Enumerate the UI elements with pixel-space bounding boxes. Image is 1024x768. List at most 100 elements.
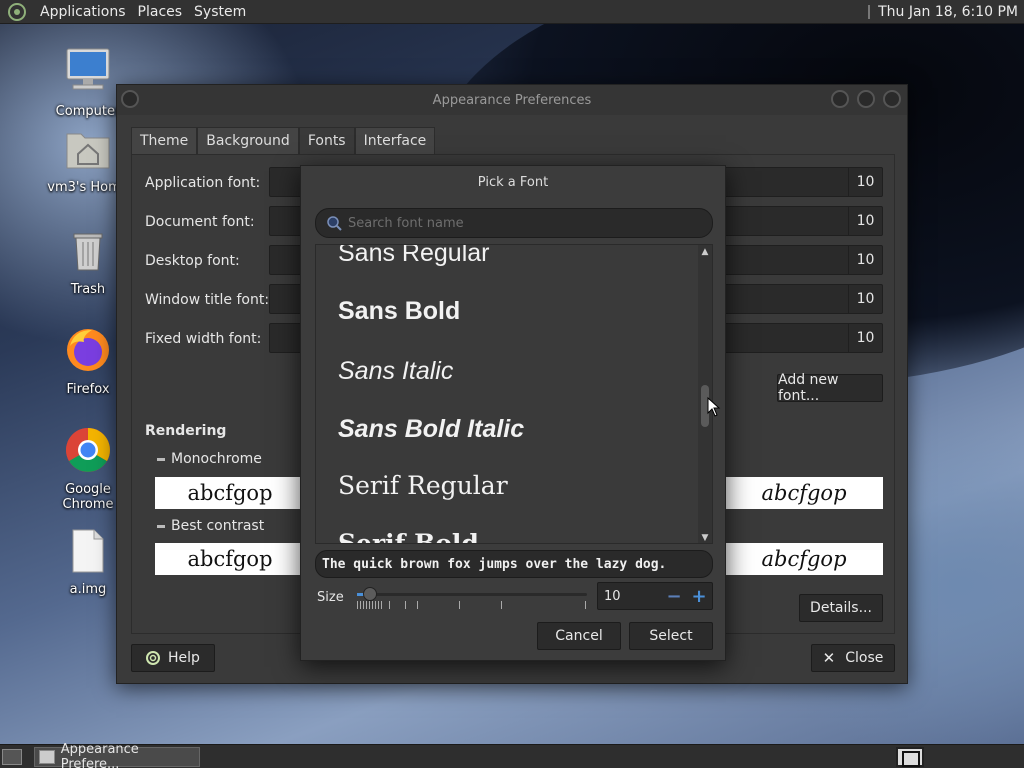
radio-indicator-icon	[157, 457, 165, 461]
scroll-down-icon[interactable]: ▼	[698, 531, 712, 543]
desktop-font-label: Desktop font:	[145, 253, 240, 269]
select-button[interactable]: Select	[629, 622, 713, 650]
font-list-scrollbar[interactable]: ▲ ▼	[698, 245, 712, 543]
firefox-icon	[67, 329, 109, 371]
close-window-icon[interactable]	[883, 90, 901, 108]
top-panel: Applications Places System Thu Jan 18, 6…	[0, 0, 1024, 24]
font-size: 10	[848, 324, 882, 352]
slider-tick	[501, 601, 502, 609]
bottom-panel: Appearance Prefere...	[0, 742, 1024, 768]
font-size: 10	[848, 246, 882, 274]
font-item-sans-italic[interactable]: Sans Italic	[338, 357, 453, 386]
help-label: Help	[168, 650, 200, 666]
monochrome-radio[interactable]: Monochrome	[157, 451, 262, 467]
mouse-cursor-icon	[707, 397, 721, 417]
font-item-serif-regular[interactable]: Serif Regular	[338, 471, 508, 500]
slider-tick	[360, 601, 361, 609]
font-item-serif-bold[interactable]: Serif Bold	[338, 529, 479, 543]
size-slider[interactable]	[357, 587, 587, 610]
tab-theme[interactable]: Theme	[131, 127, 198, 155]
monochrome-preview-left[interactable]: abcfgop	[155, 477, 305, 509]
menu-applications[interactable]: Applications	[34, 0, 132, 24]
radio-indicator-icon	[157, 524, 165, 528]
font-list[interactable]: Sans Regular Sans Bold Sans Italic Sans …	[315, 244, 713, 544]
best-contrast-preview-left[interactable]: abcfgop	[155, 543, 305, 575]
clock-area[interactable]: Thu Jan 18, 6:10 PM	[868, 0, 1018, 24]
tab-background[interactable]: Background	[197, 127, 299, 155]
scroll-up-icon[interactable]: ▲	[698, 245, 712, 259]
panel-separator	[868, 5, 871, 19]
taskbar-item-appearance[interactable]: Appearance Prefere...	[34, 742, 200, 768]
size-spinbox[interactable]: 10 − +	[597, 582, 713, 610]
decrease-size-icon[interactable]: −	[662, 583, 686, 609]
clock[interactable]: Thu Jan 18, 6:10 PM	[878, 4, 1018, 20]
close-x-icon: ✕	[822, 649, 836, 667]
home-folder-icon	[66, 133, 110, 169]
slider-knob[interactable]	[363, 587, 377, 601]
font-item-sans-bold-italic[interactable]: Sans Bold Italic	[338, 415, 524, 444]
font-item-sans-regular[interactable]: Sans Regular	[338, 245, 489, 268]
size-label: Size	[317, 590, 344, 605]
details-button[interactable]: Details...	[799, 594, 883, 622]
best-contrast-preview-right[interactable]: abcfgop	[725, 543, 883, 575]
distro-logo-icon[interactable]	[8, 2, 26, 21]
window-title-font-label: Window title font:	[145, 292, 270, 308]
trash-icon	[73, 233, 103, 271]
show-desktop-icon[interactable]	[2, 749, 22, 765]
window-titlebar[interactable]: Appearance Preferences	[117, 85, 907, 115]
search-icon	[327, 216, 342, 231]
search-input[interactable]	[348, 215, 688, 231]
cancel-button[interactable]: Cancel	[537, 622, 621, 650]
font-size: 10	[848, 168, 882, 196]
font-sample-preview[interactable]: The quick brown fox jumps over the lazy …	[315, 550, 713, 578]
close-button[interactable]: ✕ Close	[811, 644, 895, 672]
monochrome-preview-right[interactable]: abcfgop	[725, 477, 883, 509]
increase-size-icon[interactable]: +	[687, 583, 711, 609]
fixed-width-font-label: Fixed width font:	[145, 331, 262, 347]
application-font-label: Application font:	[145, 175, 261, 191]
maximize-icon[interactable]	[857, 90, 875, 108]
slider-tick	[357, 601, 358, 609]
monochrome-label: Monochrome	[171, 451, 262, 467]
chrome-icon	[66, 428, 110, 472]
document-font-label: Document font:	[145, 214, 255, 230]
slider-tick	[375, 601, 376, 609]
font-size: 10	[848, 285, 882, 313]
file-icon	[72, 529, 104, 573]
pick-font-dialog: Pick a Font Sans Regular Sans Bold Sans …	[300, 165, 726, 661]
slider-tick	[459, 601, 460, 609]
help-lifebuoy-icon	[146, 651, 161, 665]
font-item-sans-bold[interactable]: Sans Bold	[338, 297, 460, 326]
slider-tick	[405, 601, 406, 609]
tab-fonts[interactable]: Fonts	[298, 127, 355, 155]
add-new-font-button[interactable]: Add new font...	[777, 372, 883, 404]
rendering-heading: Rendering	[145, 423, 227, 439]
slider-track	[357, 593, 587, 596]
best-contrast-radio[interactable]: Best contrast	[157, 518, 264, 534]
menu-places[interactable]: Places	[132, 0, 189, 24]
slider-tick	[366, 601, 367, 609]
window-menu-icon[interactable]	[121, 90, 139, 108]
taskbar-item-label: Appearance Prefere...	[60, 742, 139, 768]
window-title: Appearance Preferences	[432, 92, 592, 108]
slider-tick	[369, 601, 370, 609]
close-label: Close	[845, 650, 884, 666]
slider-tick	[381, 601, 382, 609]
slider-tick	[417, 601, 418, 609]
slider-tick	[372, 601, 373, 609]
font-size: 10	[848, 207, 882, 235]
minimize-icon[interactable]	[831, 90, 849, 108]
search-field[interactable]	[315, 208, 713, 238]
help-button[interactable]: Help	[131, 644, 215, 672]
best-contrast-label: Best contrast	[171, 518, 265, 534]
slider-tick	[363, 601, 364, 609]
slider-tick	[585, 601, 586, 609]
size-value[interactable]: 10	[604, 583, 621, 609]
menu-system[interactable]: System	[188, 0, 252, 24]
dialog-title: Pick a Font	[477, 174, 549, 190]
slider-tick	[389, 601, 390, 609]
tab-strip: Theme Background Fonts Interface	[131, 127, 436, 155]
slider-tick	[378, 601, 379, 609]
workspace-switcher-icon[interactable]	[896, 747, 924, 767]
tab-interface[interactable]: Interface	[354, 127, 436, 155]
